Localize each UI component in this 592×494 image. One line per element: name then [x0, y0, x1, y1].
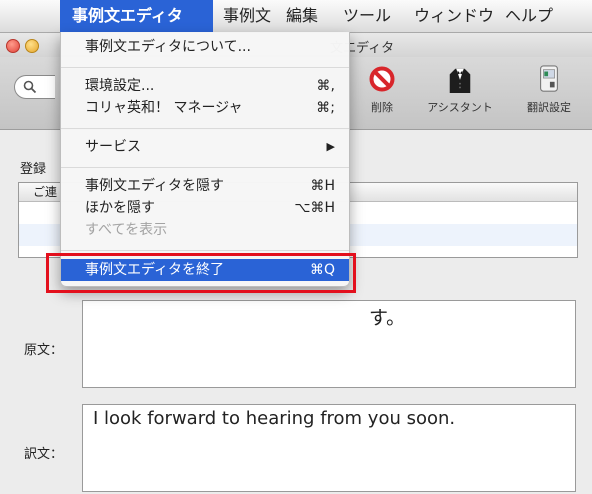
menu-item-label: ほかを隠す: [85, 200, 155, 216]
source-text: す。: [369, 307, 406, 329]
menu-item-services[interactable]: サービス ▶: [61, 137, 349, 157]
submenu-arrow-icon: ▶: [326, 140, 335, 153]
menu-item-label: 事例文エディタについて...: [85, 39, 251, 55]
menu-window[interactable]: ウィンドウ: [414, 0, 494, 32]
menu-separator: [61, 128, 349, 129]
assistant-label: アシスタント: [427, 101, 493, 114]
menu-help[interactable]: ヘルプ: [505, 0, 553, 32]
minimize-window-button[interactable]: [25, 39, 39, 53]
source-text-field[interactable]: す。: [82, 300, 576, 388]
menu-item-hide[interactable]: 事例文エディタを隠す ⌘H: [61, 176, 349, 196]
menu-item-about[interactable]: 事例文エディタについて...: [61, 37, 349, 57]
annotation-highlight-box: [46, 253, 356, 293]
delete-label: 削除: [371, 101, 393, 114]
search-icon: [23, 80, 37, 94]
menu-item-label: 環境設定...: [85, 78, 155, 94]
menu-item-label: サービス: [85, 139, 141, 155]
menu-separator: [61, 67, 349, 68]
source-label: 原文：: [24, 343, 64, 358]
assistant-button[interactable]: アシスタント: [420, 65, 500, 115]
menu-example[interactable]: 事例文: [223, 0, 271, 32]
menu-separator: [61, 250, 349, 251]
translation-settings-button[interactable]: 翻訳設定: [514, 65, 584, 115]
menu-item-shortcut: ⌘,: [316, 78, 335, 94]
menu-app[interactable]: 事例文エディタ: [60, 0, 213, 32]
search-field[interactable]: [14, 75, 55, 99]
translation-text-field[interactable]: I look forward to hearing from you soon.: [82, 404, 576, 492]
menu-item-hide-others[interactable]: ほかを隠す ⌥⌘H: [61, 198, 349, 218]
menu-item-shortcut: ⌥⌘H: [294, 200, 335, 216]
menu-item-label: すべてを表示: [85, 222, 168, 238]
translation-label: 訳文：: [24, 447, 64, 462]
app-dropdown-menu: 事例文エディタについて... 環境設定... ⌘, コリャ英和！ マネージャ ⌘…: [60, 32, 350, 287]
prohibit-icon: [369, 66, 395, 92]
close-window-button[interactable]: [6, 39, 20, 53]
menu-item-label: 事例文エディタを隠す: [85, 178, 225, 194]
delete-button[interactable]: 削除: [362, 65, 402, 115]
menu-item-shortcut: ⌘;: [316, 100, 335, 116]
settings-device-icon: [540, 65, 558, 92]
menu-edit[interactable]: 編集: [286, 0, 318, 32]
translation-settings-label: 翻訳設定: [527, 101, 571, 114]
tuxedo-icon: [449, 68, 471, 93]
translation-text: I look forward to hearing from you soon.: [93, 408, 456, 429]
menu-item-shortcut: ⌘H: [310, 178, 335, 194]
menu-tools[interactable]: ツール: [343, 0, 391, 32]
registered-label: 登録: [20, 162, 47, 177]
menu-item-manager[interactable]: コリャ英和！ マネージャ ⌘;: [61, 98, 349, 118]
menu-item-label: コリャ英和！ マネージャ: [85, 100, 243, 116]
menu-separator: [61, 167, 349, 168]
menu-bar: 事例文エディタ 事例文 編集 ツール ウィンドウ ヘルプ: [0, 0, 592, 33]
menu-item-preferences[interactable]: 環境設定... ⌘,: [61, 76, 349, 96]
menu-item-show-all[interactable]: すべてを表示: [61, 220, 349, 240]
